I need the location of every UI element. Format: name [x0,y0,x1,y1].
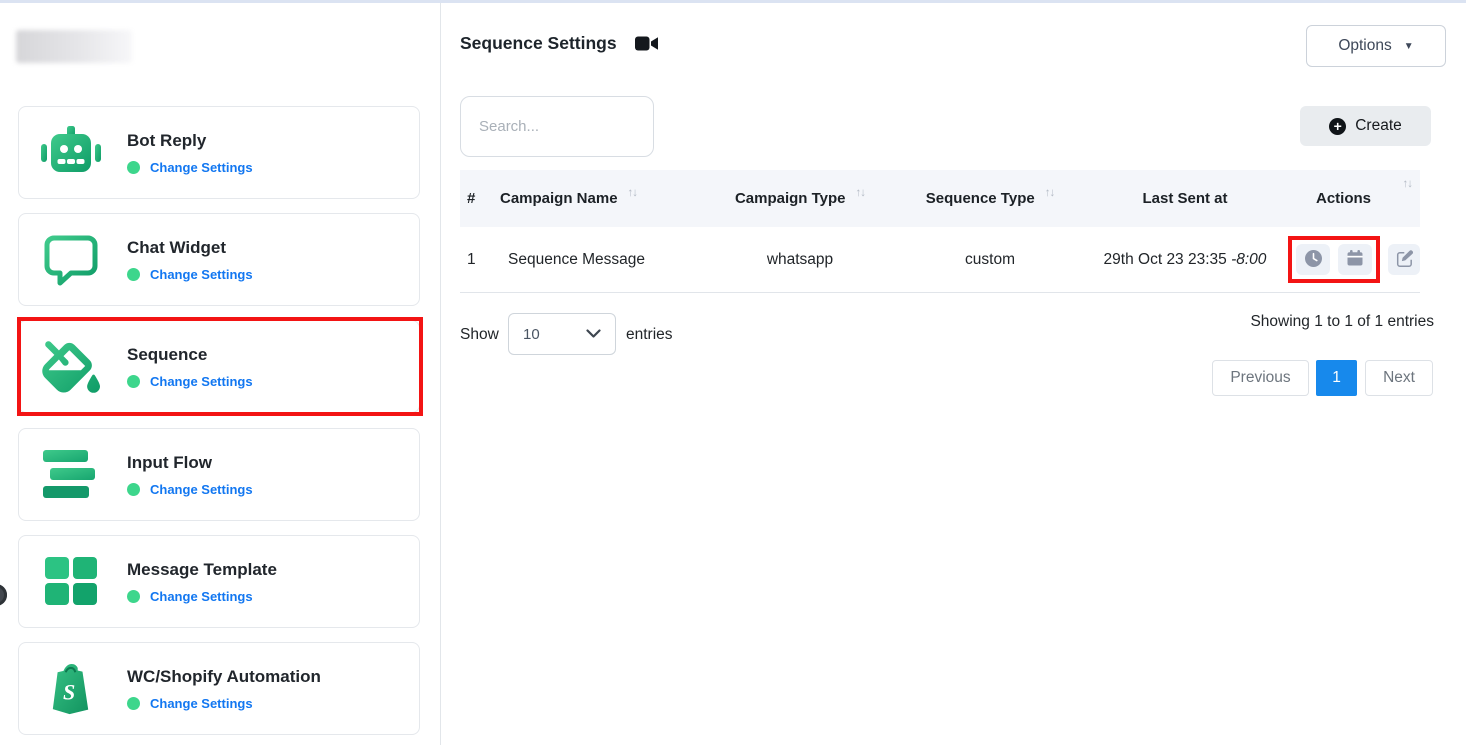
grid-icon [41,554,101,610]
change-settings-link[interactable]: Change Settings [150,482,253,497]
show-label: Show [460,326,499,344]
cell-last-sent-at: 29th Oct 23 23:35 -8:00 [1085,251,1285,269]
input-flow-icon [41,447,101,503]
blurred-logo [16,30,132,63]
cell-actions [1285,236,1420,283]
window-top-border [0,0,1466,3]
schedule-time-button[interactable] [1296,244,1330,275]
search-input[interactable] [460,96,654,157]
card-title: Sequence [127,345,253,365]
edit-button[interactable] [1388,244,1420,275]
chevron-down-icon [586,329,601,339]
floating-widget-sliver[interactable] [0,584,7,606]
create-button-label: Create [1355,117,1402,135]
sidebar-card-input-flow[interactable]: Input Flow Change Settings [18,428,420,521]
sidebar-card-sequence[interactable]: Sequence Change Settings [18,320,420,413]
sort-icon[interactable]: ↑↓ [628,187,638,199]
red-highlight-box-actions [1288,236,1380,283]
card-title: WC/Shopify Automation [127,667,321,687]
table-row: 1 Sequence Message whatsapp custom 29th … [460,227,1420,293]
card-title: Chat Widget [127,238,253,258]
status-dot [127,483,140,496]
cell-index: 1 [460,251,500,269]
app-window: Bot Reply Change Settings Chat Widget Ch… [0,0,1466,745]
status-dot [127,590,140,603]
card-title: Message Template [127,560,277,580]
sidebar-card-bot-reply[interactable]: Bot Reply Change Settings [18,106,420,199]
entries-summary: Showing 1 to 1 of 1 entries [1250,313,1434,331]
sort-icon[interactable]: ↑↓ [856,187,866,199]
column-header-actions[interactable]: Actions↑↓ [1285,190,1420,207]
sidebar-card-message-template[interactable]: Message Template Change Settings [18,535,420,628]
sidebar-card-wc-shopify[interactable]: S WC/Shopify Automation Change Settings [18,642,420,735]
sidebar-card-chat-widget[interactable]: Chat Widget Change Settings [18,213,420,306]
caret-down-icon: ▼ [1404,41,1414,52]
page-size-select[interactable]: 10 [508,313,616,355]
sort-icon[interactable]: ↑↓ [1403,178,1413,190]
edit-pencil-icon [1396,250,1413,270]
sidebar-divider [440,3,441,745]
page-title: Sequence Settings [460,33,658,54]
change-settings-link[interactable]: Change Settings [150,696,253,711]
calendar-icon [1347,250,1363,269]
video-camera-icon[interactable] [635,35,658,52]
status-dot [127,268,140,281]
change-settings-link[interactable]: Change Settings [150,589,253,604]
create-button[interactable]: + Create [1300,106,1431,146]
table-header-row: # Campaign Name↑↓ Campaign Type↑↓ Sequen… [460,170,1420,227]
column-header-campaign-type[interactable]: Campaign Type↑↓ [705,190,895,207]
page-title-text: Sequence Settings [460,33,617,54]
svg-text:S: S [63,679,75,704]
column-header-sequence-type[interactable]: Sequence Type↑↓ [895,190,1085,207]
column-header-index: # [460,190,500,207]
column-header-last-sent-at: Last Sent at [1085,190,1285,207]
robot-icon [41,125,101,181]
change-settings-link[interactable]: Change Settings [150,267,253,282]
clock-icon [1305,250,1322,270]
shopify-bag-icon: S [41,661,101,717]
status-dot [127,697,140,710]
status-dot [127,375,140,388]
sort-icon[interactable]: ↑↓ [1045,187,1055,199]
next-page-button[interactable]: Next [1365,360,1433,396]
status-dot [127,161,140,174]
previous-page-button[interactable]: Previous [1212,360,1309,396]
card-title: Input Flow [127,453,253,473]
column-header-campaign-name[interactable]: Campaign Name↑↓ [500,190,705,207]
cell-campaign-name: Sequence Message [500,251,705,269]
pagination: Previous 1 Next [1212,360,1433,396]
options-button-label: Options [1338,37,1391,55]
change-settings-link[interactable]: Change Settings [150,374,253,389]
current-page-button[interactable]: 1 [1316,360,1357,396]
paint-bucket-icon [41,339,101,395]
chat-widget-icon [41,232,101,288]
schedule-date-button[interactable] [1338,244,1372,275]
change-settings-link[interactable]: Change Settings [150,160,253,175]
options-button[interactable]: Options ▼ [1306,25,1446,67]
timezone-offset: -8:00 [1231,251,1266,268]
cell-sequence-type: custom [895,251,1085,269]
cell-campaign-type: whatsapp [705,251,895,269]
card-title: Bot Reply [127,131,253,151]
plus-circle-icon: + [1329,118,1346,135]
entries-label: entries [626,326,673,344]
page-size-value: 10 [523,326,540,343]
